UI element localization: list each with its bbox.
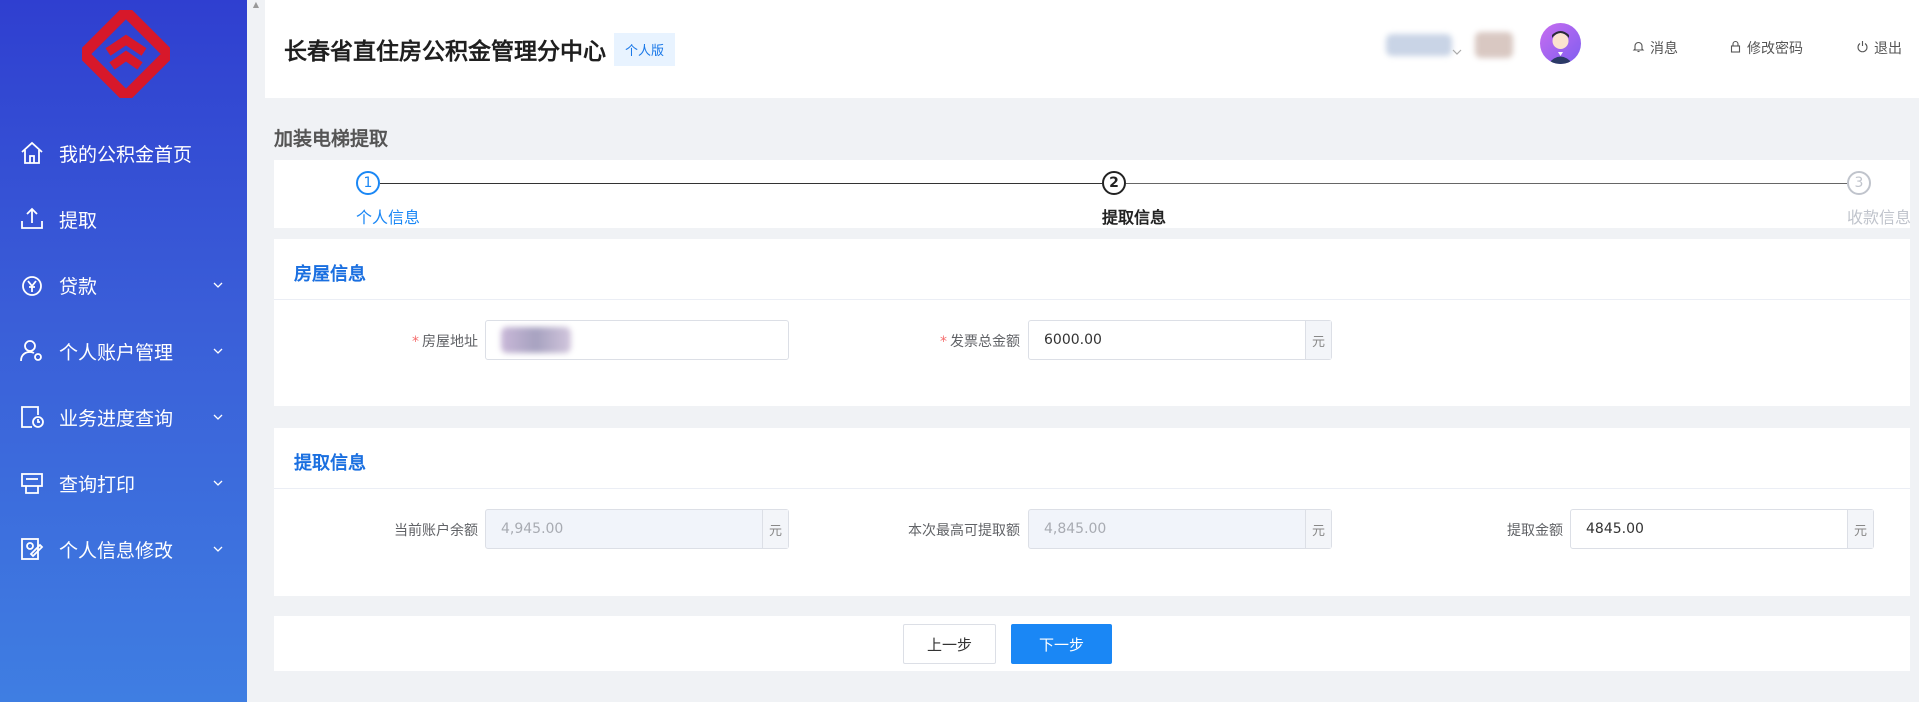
scroll-up-icon[interactable]: ▲ — [250, 0, 262, 10]
steps-bar — [274, 160, 1910, 228]
max-withdraw-value: 4,845.00 — [1044, 521, 1107, 537]
sidebar-item-profile-edit[interactable]: 个人信息修改 — [0, 516, 247, 582]
bell-icon — [1632, 40, 1645, 57]
home-icon — [18, 139, 46, 167]
step-1-label: 个人信息 — [356, 208, 421, 227]
sidebar-item-progress[interactable]: 业务进度查询 — [0, 384, 247, 450]
sidebar-item-label: 业务进度查询 — [59, 407, 174, 430]
withdraw-amount-value: 4845.00 — [1586, 521, 1644, 537]
user-info-blurred — [1475, 32, 1513, 58]
lock-icon — [1729, 40, 1742, 57]
step-3-label: 收款信息 — [1847, 208, 1912, 227]
divider — [274, 488, 1910, 489]
sidebar-item-loan[interactable]: 贷款 — [0, 252, 247, 318]
step-2-label: 提取信息 — [1102, 208, 1167, 227]
invoice-total-input[interactable]: 6000.00 元 — [1028, 320, 1332, 360]
messages-link[interactable]: 消息 — [1632, 38, 1678, 58]
printer-icon — [18, 469, 46, 497]
upload-icon — [18, 205, 46, 233]
step-2-circle: 2 — [1102, 171, 1126, 195]
progress-clock-icon — [18, 403, 46, 431]
sidebar-item-withdraw[interactable]: 提取 — [0, 186, 247, 252]
sidebar-item-label: 个人信息修改 — [59, 539, 174, 562]
sidebar-item-account[interactable]: 个人账户管理 — [0, 318, 247, 384]
max-withdraw-label: 本次最高可提取额 — [908, 523, 1020, 539]
account-balance-label: 当前账户余额 — [394, 523, 478, 539]
address-blurred — [501, 327, 571, 353]
power-icon — [1856, 40, 1869, 57]
yen-bag-icon — [18, 271, 46, 299]
change-password-link[interactable]: 修改密码 — [1729, 38, 1803, 58]
step-3-circle: 3 — [1847, 171, 1871, 195]
step-connector — [380, 183, 1102, 184]
chevron-down-icon — [211, 278, 225, 292]
messages-label: 消息 — [1650, 41, 1678, 57]
sidebar-item-print[interactable]: 查询打印 — [0, 450, 247, 516]
chevron-down-icon — [211, 344, 225, 358]
invoice-total-value: 6000.00 — [1044, 332, 1102, 348]
version-badge: 个人版 — [614, 33, 675, 66]
chevron-down-icon — [211, 410, 225, 424]
yuan-unit: 元 — [1847, 510, 1873, 548]
withdraw-amount-label: 提取金额 — [1507, 523, 1563, 539]
chevron-down-icon — [211, 542, 225, 556]
max-withdraw-input: 4,845.00 元 — [1028, 509, 1332, 549]
withdraw-amount-input[interactable]: 4845.00 元 — [1570, 509, 1874, 549]
yuan-unit: 元 — [1305, 321, 1331, 359]
chevron-down-icon[interactable] — [1452, 40, 1462, 59]
sidebar-item-label: 贷款 — [59, 275, 98, 298]
logo-icon[interactable] — [75, 3, 177, 105]
house-address-label: * 房屋地址 — [412, 334, 478, 350]
yuan-unit: 元 — [762, 510, 788, 548]
sidebar-item-home[interactable]: 我的公积金首页 — [0, 120, 247, 186]
chevron-down-icon — [211, 476, 225, 490]
account-balance-input: 4,945.00 元 — [485, 509, 789, 549]
account-balance-value: 4,945.00 — [501, 521, 564, 537]
avatar[interactable] — [1540, 23, 1581, 64]
divider — [274, 299, 1910, 300]
site-title: 长春省直住房公积金管理分中心 — [284, 39, 606, 65]
sidebar-item-label: 查询打印 — [59, 473, 136, 496]
step-1-circle: 1 — [356, 171, 380, 195]
invoice-total-label: * 发票总金额 — [940, 334, 1020, 350]
logout-link[interactable]: 退出 — [1856, 38, 1902, 58]
house-address-input[interactable] — [485, 320, 789, 360]
edit-user-icon — [18, 535, 46, 563]
next-step-button[interactable]: 下一步 — [1011, 624, 1112, 664]
sidebar-item-label: 个人账户管理 — [59, 341, 174, 364]
sidebar: 我的公积金首页 提取 贷款 个人账户管理 业务进度查询 查询打印 个人信息修改 — [0, 0, 247, 702]
logout-label: 退出 — [1874, 41, 1902, 57]
page-title: 加装电梯提取 — [274, 128, 389, 150]
prev-step-button[interactable]: 上一步 — [903, 624, 996, 664]
withdraw-info-title: 提取信息 — [294, 453, 366, 474]
user-settings-icon — [18, 337, 46, 365]
sidebar-item-label: 我的公积金首页 — [59, 143, 193, 166]
yuan-unit: 元 — [1305, 510, 1331, 548]
sidebar-item-label: 提取 — [59, 209, 98, 232]
username-blurred[interactable] — [1386, 34, 1452, 56]
change-password-label: 修改密码 — [1747, 41, 1803, 57]
house-info-title: 房屋信息 — [294, 264, 366, 285]
step-connector — [1126, 183, 1847, 184]
